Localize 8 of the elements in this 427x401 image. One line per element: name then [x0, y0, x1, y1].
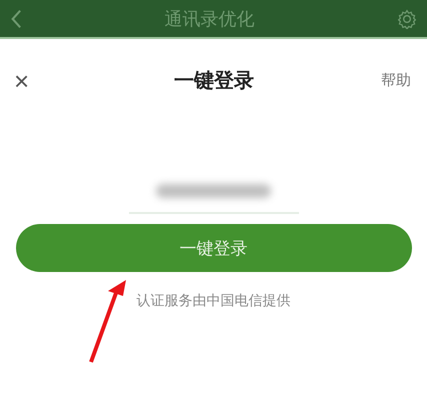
app-title: 通讯录优化 [164, 8, 254, 30]
close-button[interactable]: × [14, 68, 30, 94]
provider-note: 认证服务由中国电信提供 [136, 292, 292, 310]
back-icon[interactable] [10, 8, 22, 28]
help-link[interactable]: 帮助 [381, 71, 411, 90]
dialog-title: 一键登录 [174, 67, 254, 94]
login-button[interactable]: 一键登录 [16, 224, 412, 272]
settings-icon[interactable] [397, 8, 417, 28]
